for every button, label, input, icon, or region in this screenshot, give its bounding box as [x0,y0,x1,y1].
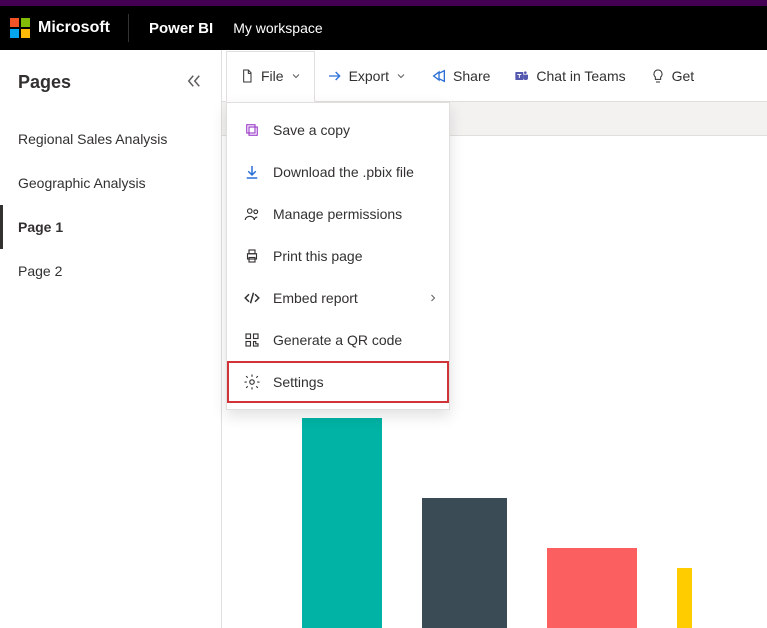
file-menu-save-copy[interactable]: Save a copy [227,109,449,151]
chevron-right-icon [427,292,439,304]
menu-item-label: Embed report [273,290,358,306]
main-region: Pages Regional Sales Analysis Geographic… [0,50,767,628]
export-label: Export [349,68,389,84]
menu-item-label: Generate a QR code [273,332,402,348]
file-menu-button[interactable]: File [226,51,315,102]
file-dropdown: Save a copy Download the .pbix file Mana… [226,102,450,410]
bar-c [547,548,637,628]
qr-icon [243,331,261,349]
sidebar-item-regional-sales[interactable]: Regional Sales Analysis [0,117,221,161]
menu-item-label: Settings [273,374,324,390]
get-label: Get [672,68,695,84]
collapse-sidebar-icon[interactable] [185,72,203,93]
menu-item-label: Save a copy [273,122,350,138]
product-name[interactable]: Power BI [129,20,233,37]
sidebar-item-page-1[interactable]: Page 1 [0,205,221,249]
microsoft-logo: Microsoft [10,14,129,42]
menu-item-label: Print this page [273,248,363,264]
sidebar-header: Pages [0,64,221,117]
breadcrumb[interactable]: My workspace [233,20,322,36]
file-icon [239,68,255,84]
teams-icon [514,68,530,84]
chat-teams-button[interactable]: Chat in Teams [502,50,637,101]
get-insights-button[interactable]: Get [638,50,707,101]
file-menu-settings[interactable]: Settings [227,361,449,403]
pages-sidebar: Pages Regional Sales Analysis Geographic… [0,50,222,628]
export-icon [327,68,343,84]
share-button[interactable]: Share [419,50,502,101]
file-menu-manage-permissions[interactable]: Manage permissions [227,193,449,235]
bar-chart [302,418,692,628]
bar-a [302,418,382,628]
file-label: File [261,68,284,84]
code-icon [243,289,261,307]
file-menu-print[interactable]: Print this page [227,235,449,277]
sidebar-title: Pages [18,72,71,93]
file-menu-qr-code[interactable]: Generate a QR code [227,319,449,361]
people-icon [243,205,261,223]
bar-b [422,498,507,628]
content-area: File Export Share Chat in Teams Get [222,50,767,628]
chat-teams-label: Chat in Teams [536,68,625,84]
gear-icon [243,373,261,391]
file-menu-download-pbix[interactable]: Download the .pbix file [227,151,449,193]
menu-item-label: Download the .pbix file [273,164,414,180]
microsoft-label: Microsoft [38,19,110,37]
export-menu-button[interactable]: Export [315,50,419,101]
sidebar-item-page-2[interactable]: Page 2 [0,249,221,293]
sidebar-item-geographic[interactable]: Geographic Analysis [0,161,221,205]
download-icon [243,163,261,181]
bar-d [677,568,692,628]
share-icon [431,68,447,84]
file-menu-embed-report[interactable]: Embed report [227,277,449,319]
lightbulb-icon [650,68,666,84]
report-toolbar: File Export Share Chat in Teams Get [222,50,767,102]
print-icon [243,247,261,265]
microsoft-logo-icon [10,18,30,38]
share-label: Share [453,68,490,84]
top-bar: Microsoft Power BI My workspace [0,0,767,50]
chevron-down-icon [395,70,407,82]
chevron-down-icon [290,70,302,82]
pages-list: Regional Sales Analysis Geographic Analy… [0,117,221,293]
copy-icon [243,121,261,139]
menu-item-label: Manage permissions [273,206,402,222]
